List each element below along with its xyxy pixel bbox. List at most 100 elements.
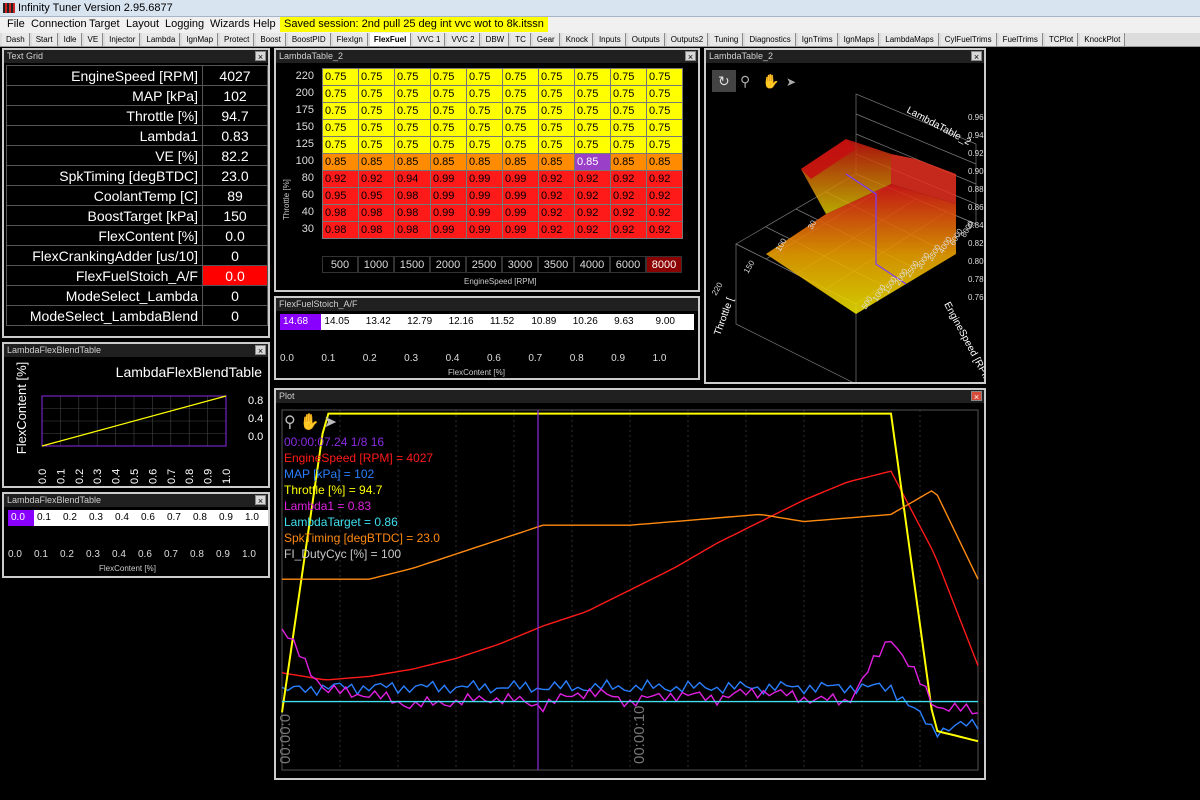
table-cell[interactable]: 0.75 <box>466 136 503 154</box>
table-cell[interactable]: 0.75 <box>394 85 431 103</box>
table-cell[interactable]: 0.92 <box>538 187 575 205</box>
table-cell[interactable]: 0.94 <box>394 170 431 188</box>
tab-inputs[interactable]: Inputs <box>594 33 626 46</box>
table-cell[interactable]: 0.98 <box>358 204 395 222</box>
value-cell[interactable]: 10.89 <box>528 314 569 330</box>
tab-vvc-2[interactable]: VVC 2 <box>447 33 480 46</box>
table-cell[interactable]: 0.75 <box>394 119 431 137</box>
table-cell[interactable]: 0.99 <box>466 170 503 188</box>
table-cell[interactable]: 0.75 <box>646 68 683 86</box>
table-cell[interactable]: 0.75 <box>646 136 683 154</box>
table-cell[interactable]: 0.98 <box>394 221 431 239</box>
pointer-icon[interactable]: ➤ <box>786 75 796 89</box>
table-cell[interactable]: 0.92 <box>358 170 395 188</box>
table-cell[interactable]: 0.75 <box>610 102 647 120</box>
value-cell[interactable]: 0.9 <box>216 510 242 526</box>
tab-start[interactable]: Start <box>31 33 58 46</box>
tab-tuning[interactable]: Tuning <box>710 33 744 46</box>
table-cell[interactable]: 0.75 <box>538 119 575 137</box>
table-cell[interactable]: 0.85 <box>538 153 575 171</box>
table-cell[interactable]: 0.75 <box>322 68 359 86</box>
table-cell[interactable]: 0.75 <box>610 85 647 103</box>
table-cell[interactable]: 0.75 <box>430 136 467 154</box>
table-cell[interactable]: 0.85 <box>430 153 467 171</box>
table-cell[interactable]: 0.99 <box>502 221 539 239</box>
tab-outputs[interactable]: Outputs <box>627 33 665 46</box>
tab-ignmaps[interactable]: IgnMaps <box>839 33 880 46</box>
tab-knockplot[interactable]: KnockPlot <box>1080 33 1126 46</box>
table-cell[interactable]: 0.92 <box>574 187 611 205</box>
tab-diagnostics[interactable]: Diagnostics <box>745 33 796 46</box>
table-cell[interactable]: 0.75 <box>358 136 395 154</box>
zoom-icon[interactable]: ⚲ <box>284 414 300 431</box>
table-cell[interactable]: 0.85 <box>502 153 539 171</box>
close-icon[interactable]: × <box>971 391 982 402</box>
table-cell[interactable]: 0.75 <box>574 68 611 86</box>
table-cell[interactable]: 0.98 <box>322 204 359 222</box>
close-icon[interactable]: × <box>255 345 266 356</box>
value-cell[interactable]: 13.42 <box>363 314 404 330</box>
table-cell[interactable]: 0.75 <box>430 68 467 86</box>
table-cell[interactable]: 0.95 <box>322 187 359 205</box>
table-cell[interactable]: 0.75 <box>502 85 539 103</box>
value-cell[interactable]: 11.52 <box>487 314 528 330</box>
table-cell[interactable]: 0.99 <box>502 187 539 205</box>
table-cell[interactable]: 0.85 <box>322 153 359 171</box>
table-cell[interactable]: 0.99 <box>502 204 539 222</box>
table-cell[interactable]: 0.75 <box>574 119 611 137</box>
tab-ignmap[interactable]: IgnMap <box>182 33 219 46</box>
zoom-icon[interactable]: ⚲ <box>740 73 750 89</box>
menu-wizards[interactable]: Wizards <box>207 17 253 32</box>
tab-tc[interactable]: TC <box>511 33 531 46</box>
value-cell[interactable]: 0.6 <box>138 510 164 526</box>
value-cell[interactable]: 10.26 <box>570 314 611 330</box>
tab-gear[interactable]: Gear <box>532 33 560 46</box>
table-cell[interactable]: 0.75 <box>610 68 647 86</box>
table-cell[interactable]: 0.92 <box>610 170 647 188</box>
value-cell[interactable]: 0.4 <box>112 510 138 526</box>
table-cell[interactable]: 0.95 <box>358 187 395 205</box>
value-cell[interactable]: 0.7 <box>164 510 190 526</box>
tab-dbw[interactable]: DBW <box>481 33 510 46</box>
tab-fueltrims[interactable]: FuelTrims <box>998 33 1043 46</box>
table-cell[interactable]: 0.75 <box>358 119 395 137</box>
table-cell[interactable]: 0.92 <box>610 187 647 205</box>
close-icon[interactable]: × <box>685 51 696 62</box>
value-cell[interactable]: 0.1 <box>34 510 60 526</box>
value-cell[interactable]: 0.2 <box>60 510 86 526</box>
table-cell[interactable]: 0.75 <box>538 136 575 154</box>
table-cell[interactable]: 0.92 <box>610 221 647 239</box>
tab-vvc-1[interactable]: VVC 1 <box>413 33 446 46</box>
table-cell[interactable]: 0.92 <box>538 170 575 188</box>
tab-boost[interactable]: Boost <box>256 33 286 46</box>
table-cell[interactable]: 0.92 <box>538 221 575 239</box>
hand-icon[interactable]: ✋ <box>300 414 324 431</box>
table-cell[interactable]: 0.99 <box>430 221 467 239</box>
value-cell[interactable]: 0.0 <box>8 510 34 526</box>
table-cell[interactable]: 0.75 <box>358 102 395 120</box>
table-cell[interactable]: 0.75 <box>502 102 539 120</box>
value-cell[interactable]: 9.63 <box>611 314 652 330</box>
tab-lambdamaps[interactable]: LambdaMaps <box>881 33 939 46</box>
table-cell[interactable]: 0.75 <box>646 85 683 103</box>
tab-lambda[interactable]: Lambda <box>142 33 181 46</box>
table-cell[interactable]: 0.75 <box>466 119 503 137</box>
table-cell[interactable]: 0.98 <box>394 204 431 222</box>
table-cell[interactable]: 0.75 <box>322 102 359 120</box>
table-cell[interactable]: 0.75 <box>574 85 611 103</box>
table-cell[interactable]: 0.99 <box>430 187 467 205</box>
tab-idle[interactable]: Idle <box>59 33 82 46</box>
table-cell[interactable]: 0.99 <box>466 221 503 239</box>
table-cell[interactable]: 0.92 <box>322 170 359 188</box>
table-cell[interactable]: 0.99 <box>430 170 467 188</box>
table-cell[interactable]: 0.92 <box>646 204 683 222</box>
table-cell[interactable]: 0.99 <box>466 204 503 222</box>
value-cell[interactable]: 14.68 <box>280 314 322 330</box>
table-cell[interactable]: 0.92 <box>646 187 683 205</box>
menu-target[interactable]: Target <box>86 17 123 32</box>
table-cell[interactable]: 0.75 <box>322 119 359 137</box>
hand-icon[interactable]: ✋ <box>762 73 779 89</box>
table-cell[interactable]: 0.75 <box>646 119 683 137</box>
table-cell[interactable]: 0.75 <box>430 85 467 103</box>
table-cell[interactable]: 0.75 <box>574 102 611 120</box>
